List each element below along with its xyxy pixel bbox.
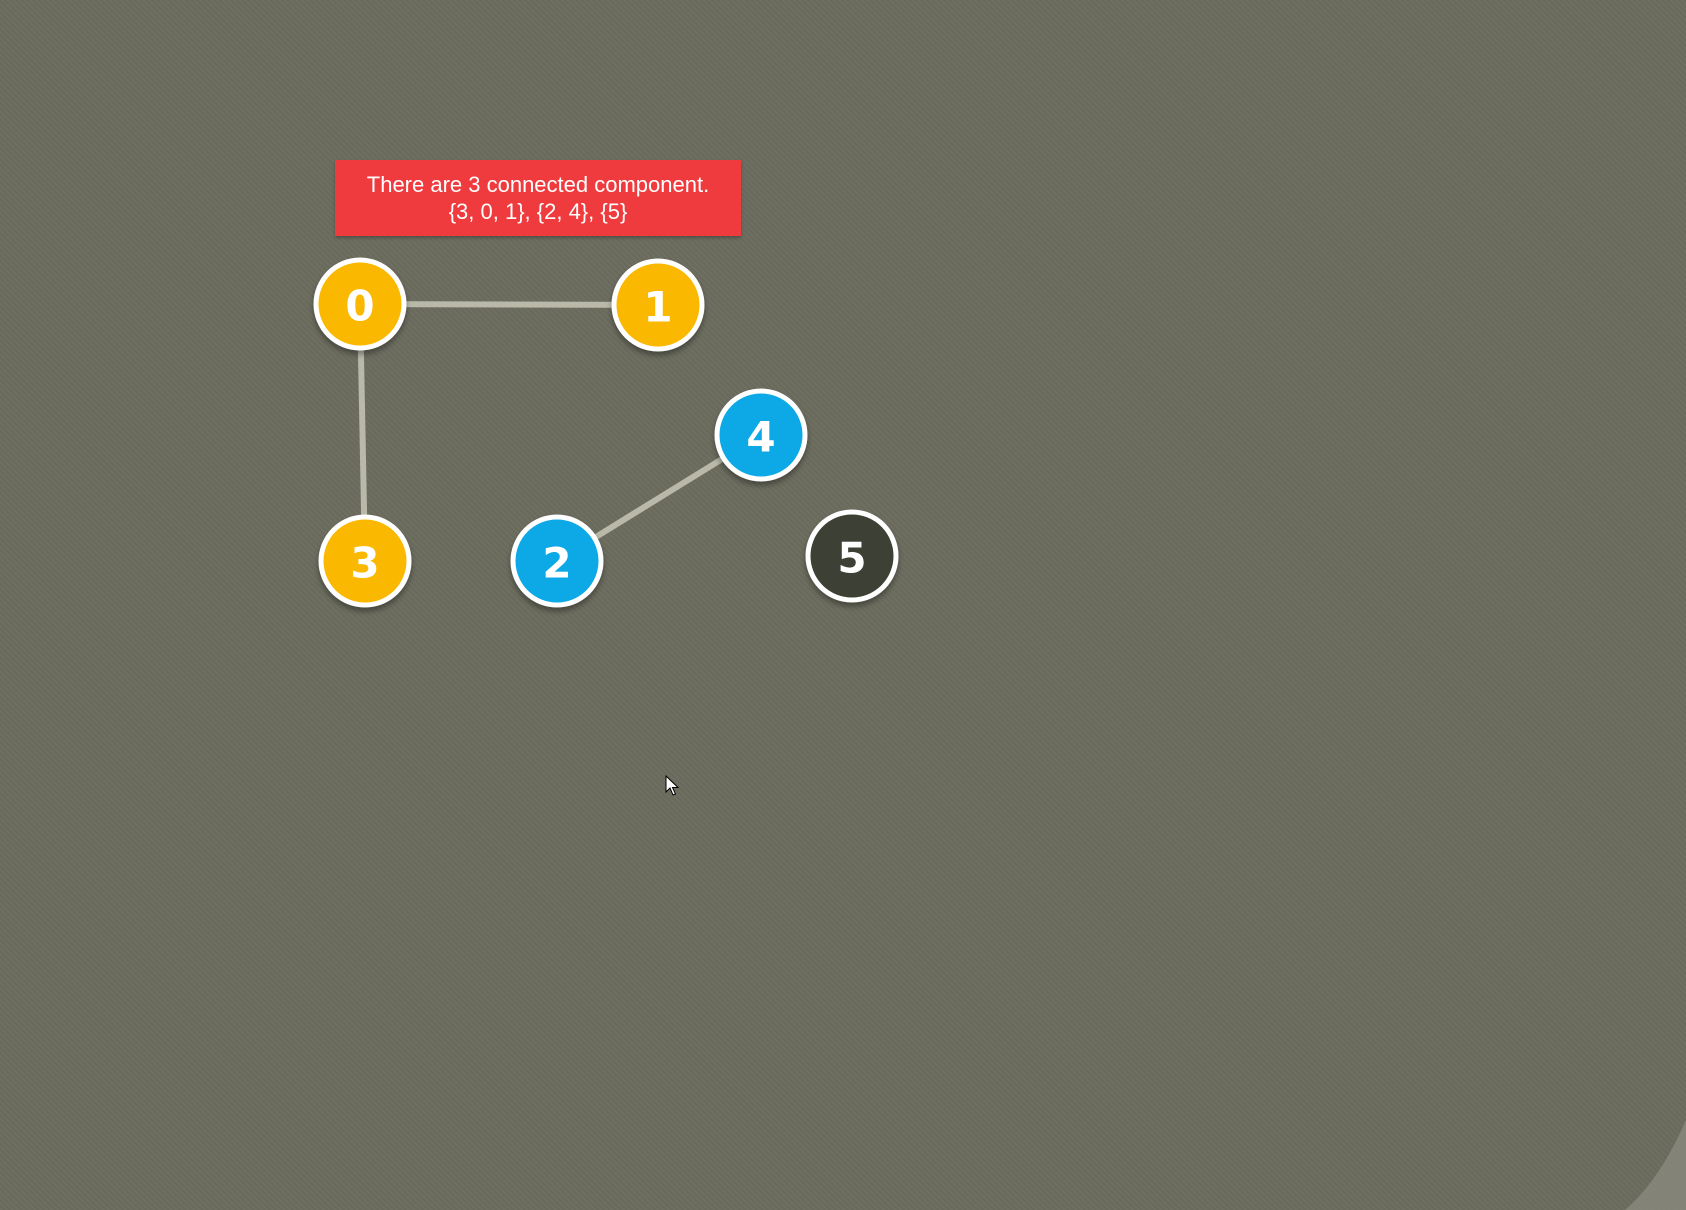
vertex-label-5: 5 (837, 534, 866, 583)
vertex-4[interactable]: 4 (714, 388, 808, 482)
vertices-layer: 0 1 2 3 4 5 (313, 257, 899, 608)
graph-drawing[interactable]: 0 1 2 3 4 5 (0, 0, 1686, 1210)
vertex-2[interactable]: 2 (510, 514, 604, 608)
vertex-label-4: 4 (746, 413, 775, 462)
vertex-1[interactable]: 1 (611, 258, 705, 352)
vertex-0[interactable]: 0 (313, 257, 407, 351)
graph-canvas[interactable]: There are 3 connected component. {3, 0, … (0, 0, 1686, 1210)
mouse-cursor-icon (665, 775, 679, 796)
vertex-label-1: 1 (643, 283, 672, 332)
vertex-5[interactable]: 5 (805, 509, 899, 603)
vertex-3[interactable]: 3 (318, 514, 412, 608)
vertex-label-3: 3 (350, 539, 379, 588)
vertex-label-0: 0 (345, 282, 374, 331)
page-curl-decoration (1625, 1120, 1686, 1210)
vertex-label-2: 2 (542, 539, 571, 588)
